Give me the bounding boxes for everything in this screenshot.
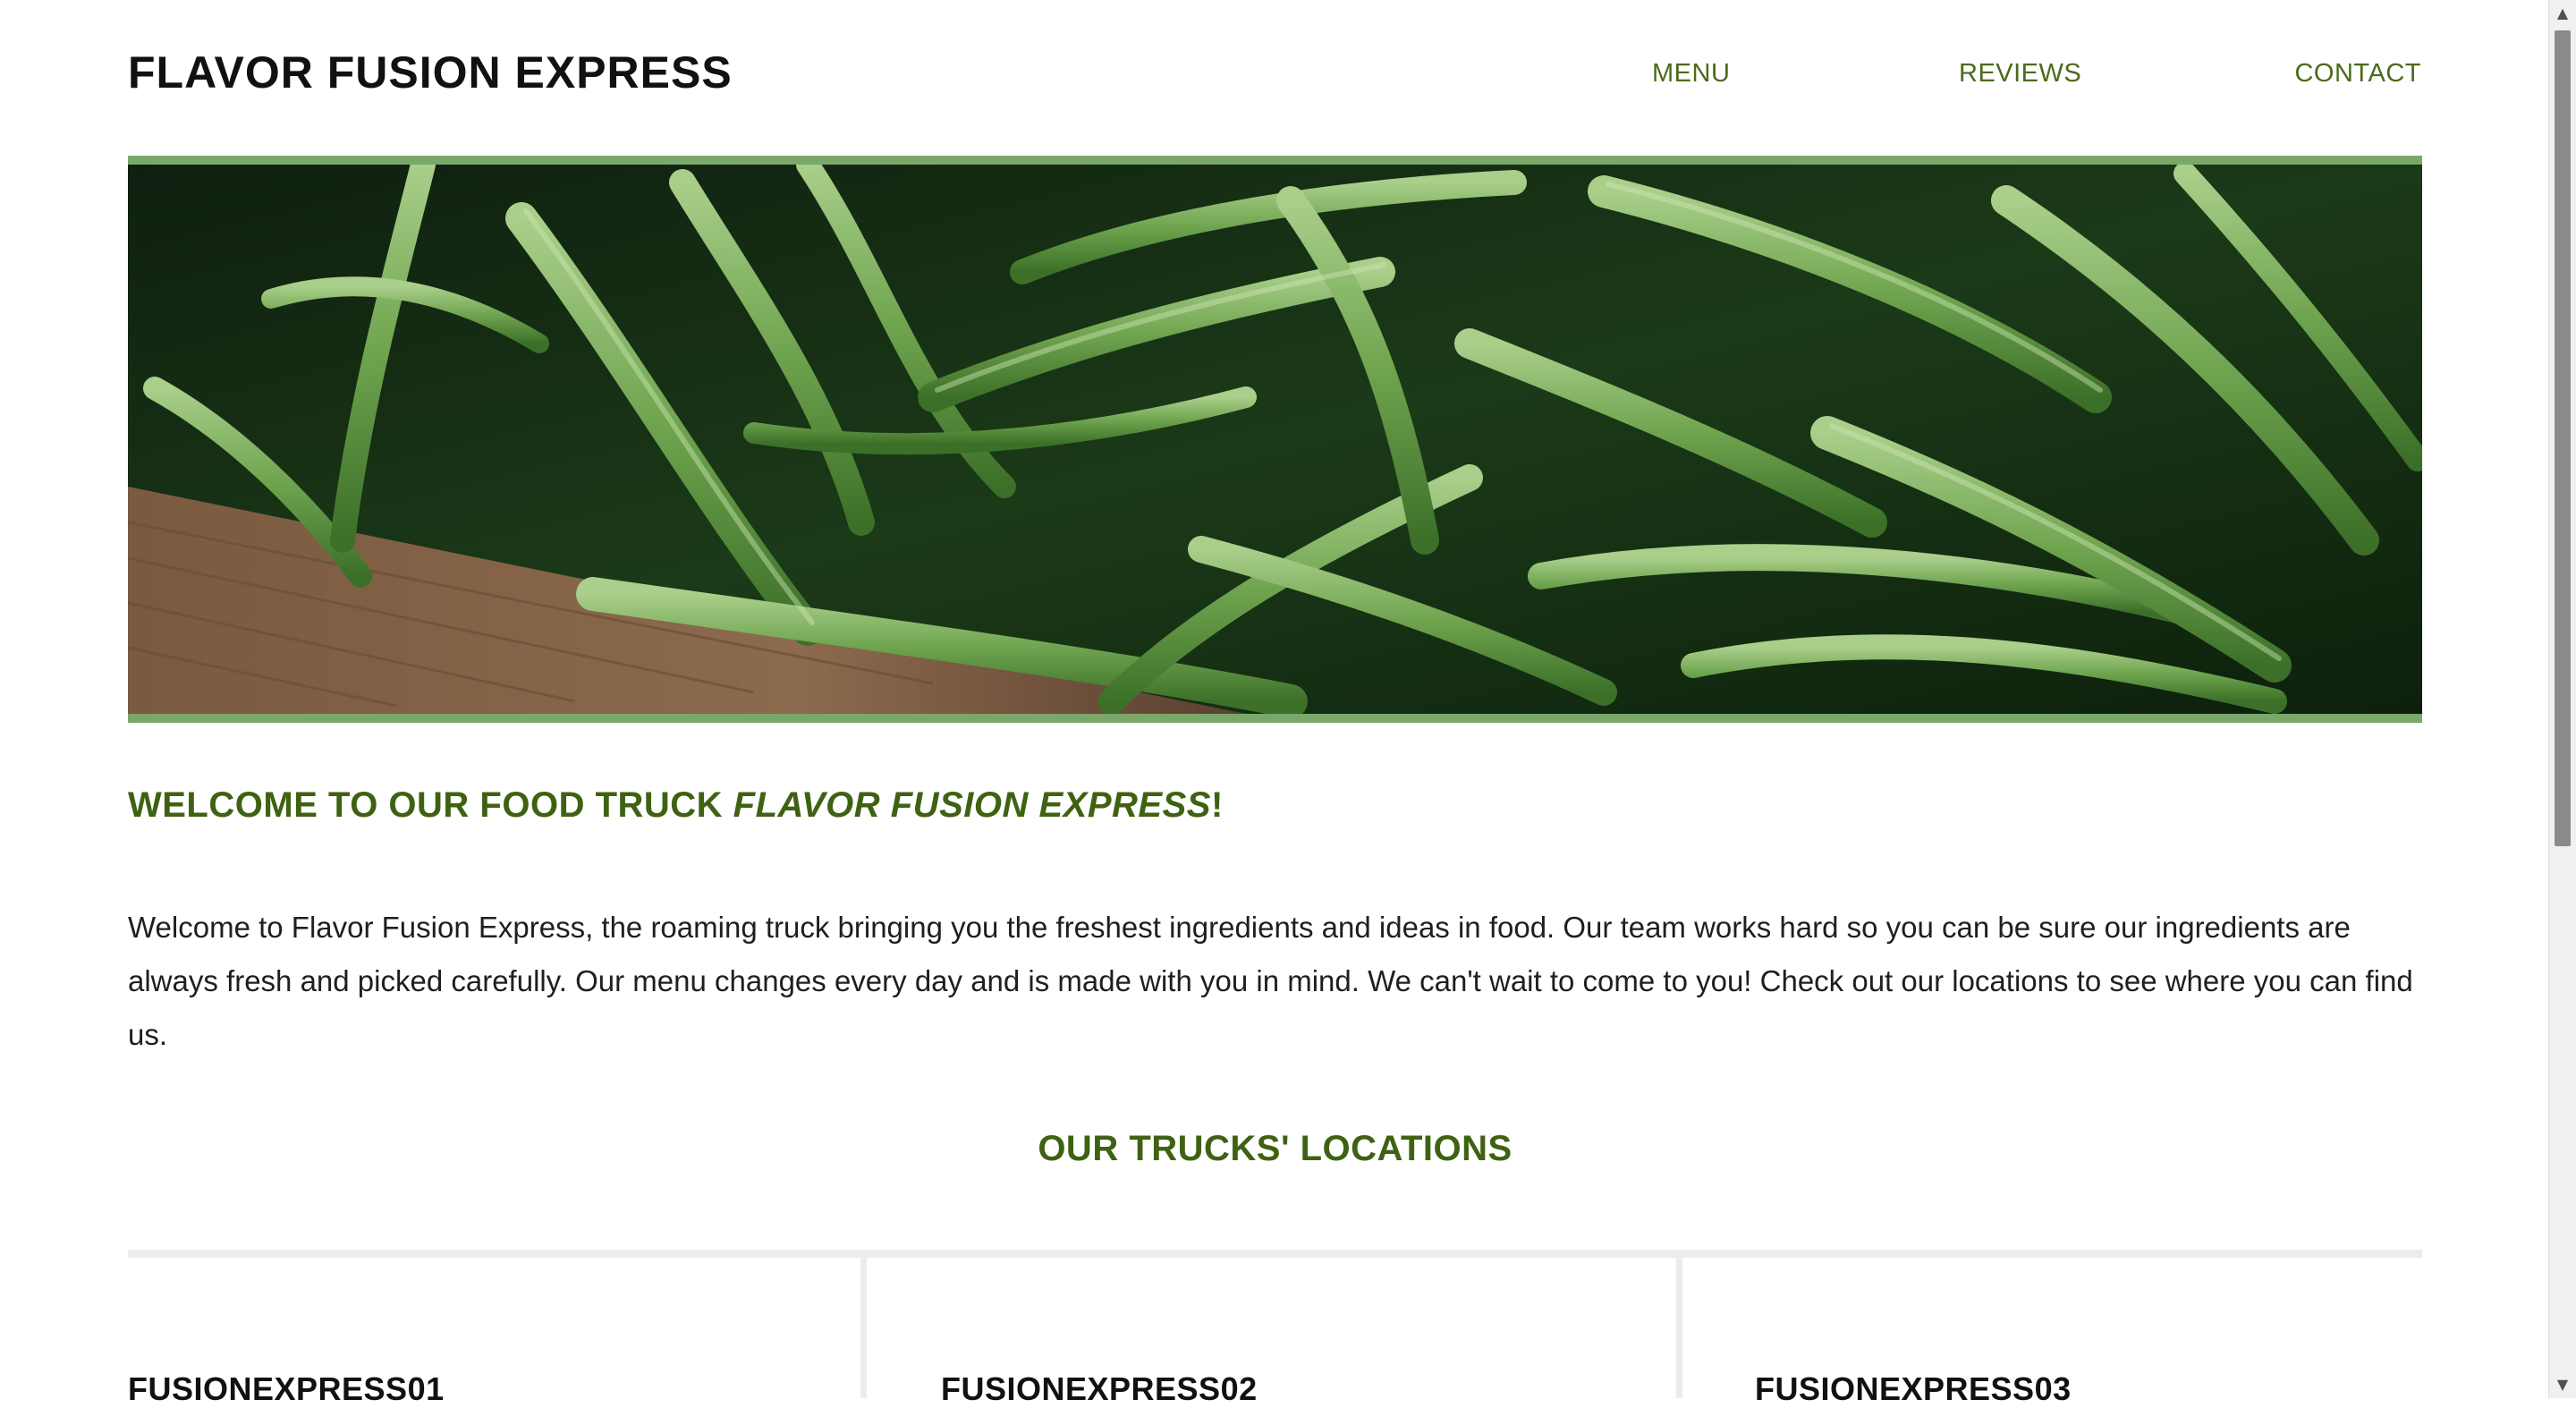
truck-card-title: FUSIONEXPRESS02 (941, 1370, 1258, 1407)
column-divider (1676, 1258, 1682, 1398)
arrow-up-icon[interactable]: ▲ (2549, 0, 2576, 27)
welcome-prefix: WELCOME TO OUR FOOD TRUCK (128, 785, 733, 825)
page: FLAVOR FUSION EXPRESS MENU REVIEWS CONTA… (0, 0, 2549, 1407)
nav-reviews-link[interactable]: REVIEWS (1959, 59, 2081, 89)
welcome-heading: WELCOME TO OUR FOOD TRUCK FLAVOR FUSION … (128, 785, 1224, 826)
welcome-suffix: ! (1210, 785, 1224, 825)
scrollbar-thumb[interactable] (2555, 30, 2571, 846)
intro-paragraph: Welcome to Flavor Fusion Express, the ro… (128, 911, 2413, 1051)
column-divider (860, 1258, 867, 1398)
hero-banner (128, 156, 2422, 723)
main-nav: MENU REVIEWS CONTACT (0, 59, 2549, 95)
nav-contact-link[interactable]: CONTACT (2294, 59, 2421, 89)
truck-card-title: FUSIONEXPRESS03 (1755, 1370, 2072, 1407)
locations-top-divider (128, 1250, 2422, 1258)
green-beans-photo (128, 165, 2422, 714)
arrow-down-icon[interactable]: ▼ (2549, 1371, 2576, 1398)
welcome-truck-name: FLAVOR FUSION EXPRESS (733, 785, 1211, 825)
locations-heading: OUR TRUCKS' LOCATIONS (1038, 1129, 1513, 1168)
truck-card-title: FUSIONEXPRESS01 (128, 1370, 445, 1407)
vertical-scrollbar[interactable]: ▲ ▼ (2548, 0, 2576, 1398)
nav-menu-link[interactable]: MENU (1652, 59, 1730, 89)
